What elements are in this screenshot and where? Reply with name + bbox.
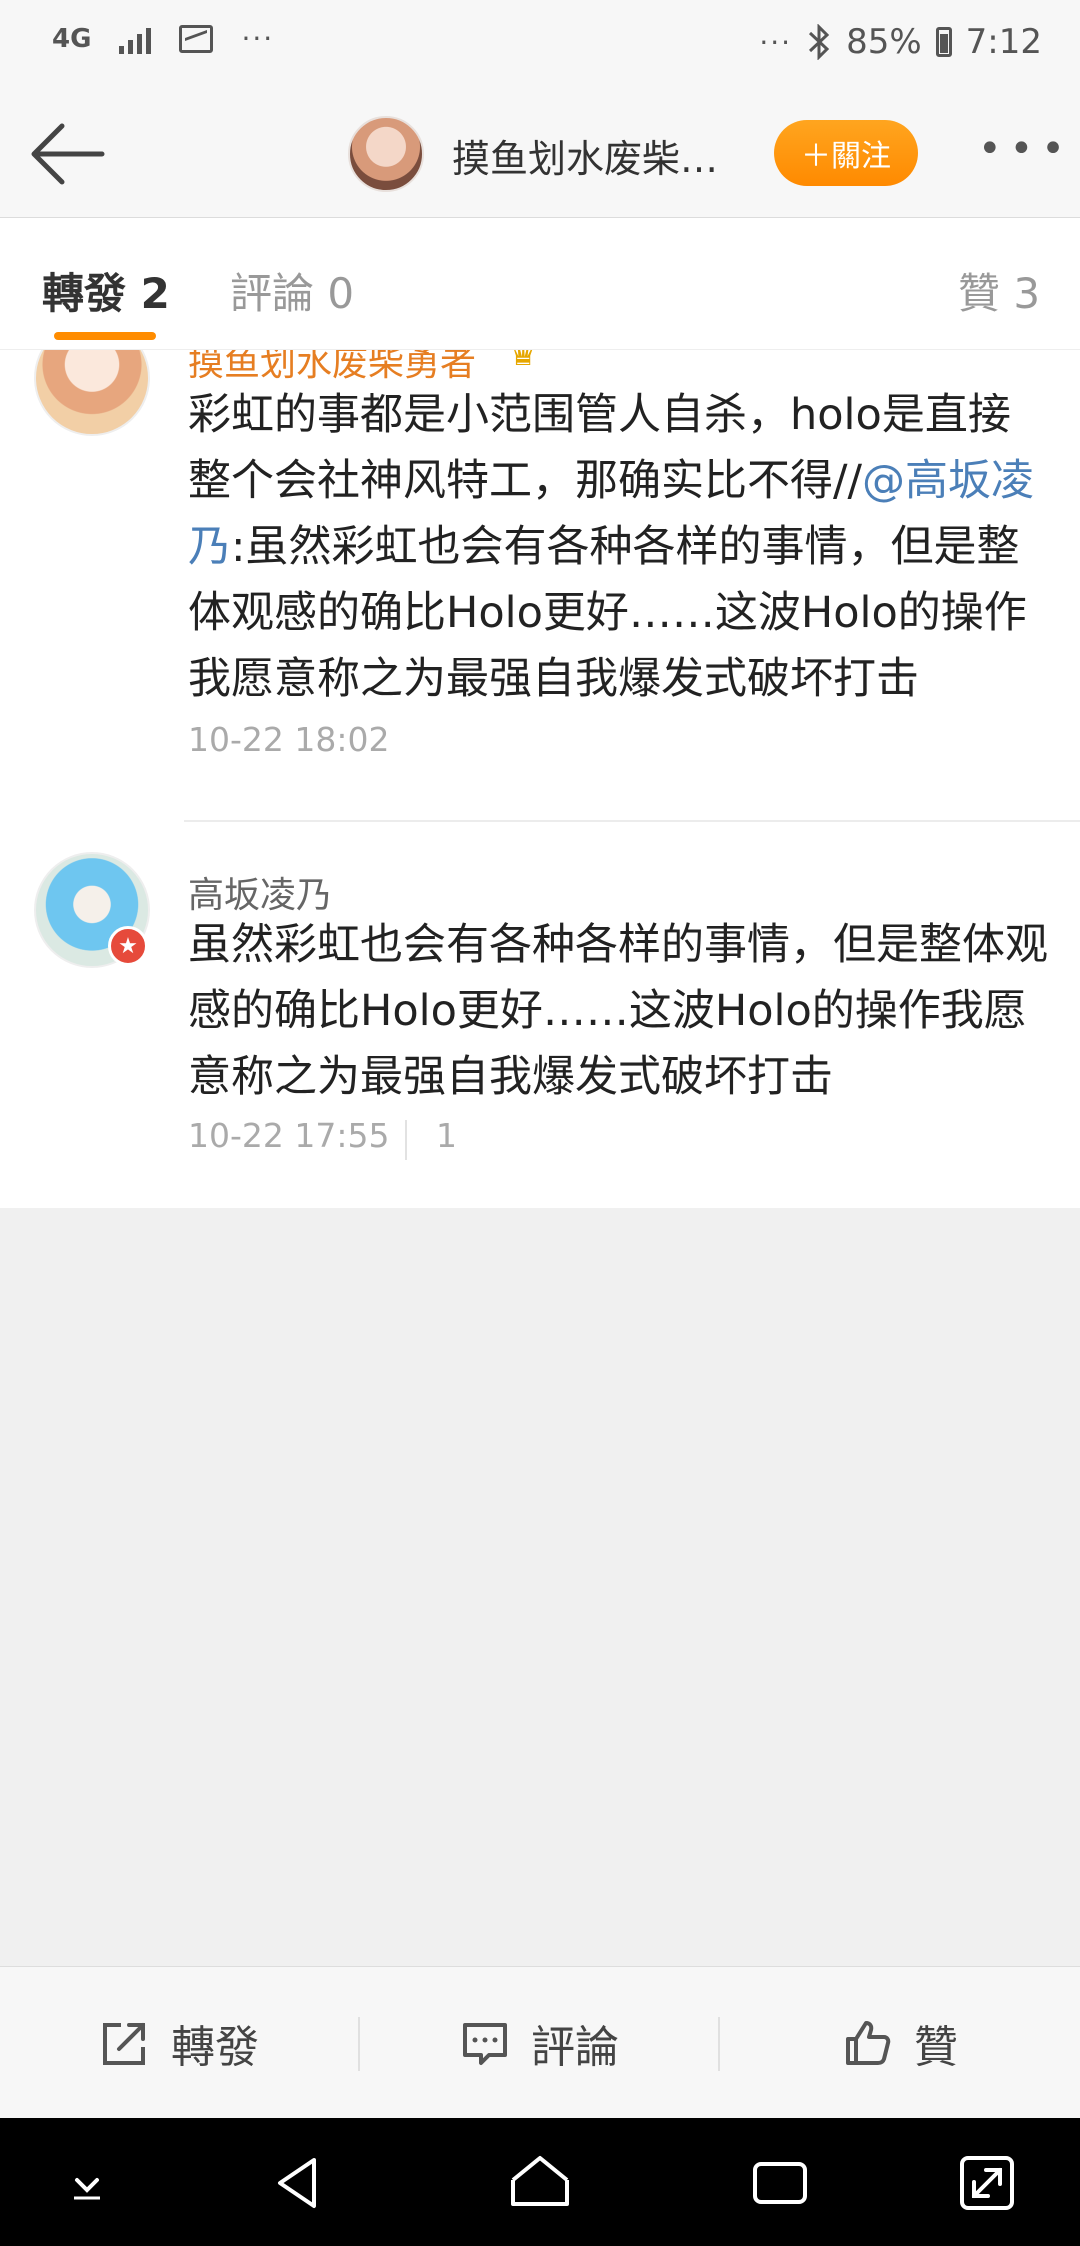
repost-button[interactable]: 轉發 — [0, 1967, 358, 2119]
content-text: :虽然彩虹也会有各种各样的事情，但是整体观感的确比Holo更好……这波Holo的… — [188, 522, 1027, 704]
recent-apps-icon[interactable] — [745, 2148, 815, 2218]
timestamp: 10-22 17:55 — [188, 1116, 390, 1155]
meta-separator — [405, 1120, 407, 1160]
repost-content: 虽然彩虹也会有各种各样的事情，但是整体观感的确比Holo更好……这波Holo的操… — [188, 920, 1048, 1102]
avatar[interactable] — [34, 350, 150, 436]
status-bar: 4G ··· ··· 85% 7:12 — [0, 0, 1080, 92]
verified-badge-icon: ★ — [108, 926, 148, 966]
active-tab-indicator — [54, 332, 156, 340]
tab-bar: 轉發 2 評論 0 贊 3 — [0, 218, 1080, 350]
like-button[interactable]: 贊 — [720, 1967, 1080, 2119]
follow-button[interactable]: ＋關注 — [774, 120, 918, 186]
like-label: 贊 — [914, 2022, 958, 2073]
like-count[interactable]: 1 — [436, 1116, 457, 1155]
signal-icon — [119, 24, 152, 54]
status-more-icon: ··· — [759, 25, 793, 59]
vip-crown-icon: ♛ — [508, 350, 539, 374]
battery-percent: 85% — [846, 22, 922, 62]
expand-icon[interactable] — [952, 2148, 1022, 2218]
back-nav-icon[interactable] — [264, 2148, 334, 2218]
thumbs-up-icon — [846, 2021, 891, 2065]
divider — [184, 820, 1080, 822]
battery-icon — [935, 27, 952, 57]
tab-comments[interactable]: 評論 0 — [230, 260, 354, 321]
bottom-action-bar: 轉發 評論 贊 — [0, 1966, 1080, 2118]
comment-icon — [463, 2023, 507, 2065]
repost-content: 彩虹的事都是小范围管人自杀，holo是直接整个会社神风特工，那确实比不得//@高… — [188, 382, 1050, 712]
more-options-icon[interactable]: ••• — [978, 126, 1073, 172]
image-notification-icon — [179, 24, 214, 53]
tab-reposts[interactable]: 轉發 2 — [42, 260, 170, 321]
network-indicator: 4G — [52, 23, 92, 54]
more-notifications-icon: ··· — [241, 22, 275, 55]
repost-label: 轉發 — [171, 2022, 259, 2073]
username[interactable]: 高坂凌乃 — [188, 866, 332, 918]
repost-icon — [103, 2023, 145, 2065]
username[interactable]: 摸鱼划水废柴勇者 — [188, 350, 476, 386]
tab-likes[interactable]: 贊 3 — [958, 260, 1040, 321]
comment-button[interactable]: 評論 — [360, 1967, 718, 2119]
author-name[interactable]: 摸鱼划水废柴… — [452, 128, 732, 183]
back-arrow-icon[interactable] — [22, 116, 112, 192]
top-nav-bar: 摸鱼划水废柴… ＋關注 ••• — [0, 92, 1080, 218]
author-avatar[interactable] — [348, 116, 424, 192]
bluetooth-icon — [809, 24, 830, 60]
repost-list: 摸鱼划水废柴勇者 ♛ 彩虹的事都是小范围管人自杀，holo是直接整个会社神风特工… — [0, 350, 1080, 1208]
timestamp: 10-22 18:02 — [188, 720, 390, 759]
clock: 7:12 — [965, 22, 1042, 62]
system-navigation-bar — [0, 2118, 1080, 2246]
home-nav-icon[interactable] — [505, 2148, 575, 2218]
hide-keyboard-icon[interactable] — [52, 2148, 122, 2218]
comment-label: 評論 — [531, 2022, 619, 2073]
